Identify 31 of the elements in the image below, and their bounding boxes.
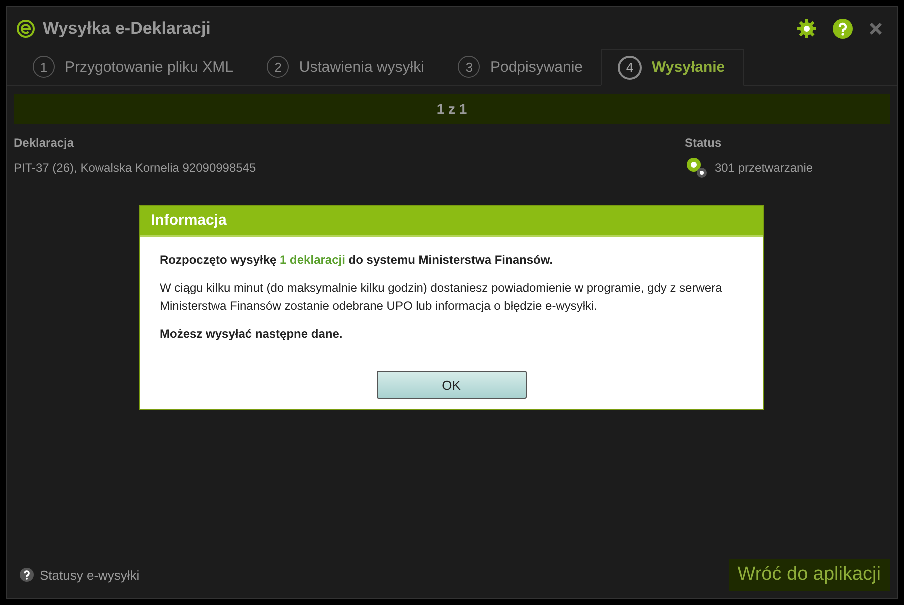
column-header: Status: [685, 136, 723, 150]
ok-button[interactable]: OK: [376, 371, 526, 399]
step-tab[interactable]: 3 Podpisywanie: [442, 49, 602, 85]
step-number: 1: [33, 56, 55, 78]
step-label: Wysyłanie: [652, 59, 726, 76]
dialog-message: W ciągu kilku minut (do maksymalnie kilku godzin) dostaniesz powiadomienie w programie, gdy z serwera Ministerstwa Finansów zostanie odebrane UPO lub informacja o błędzie e-wysyłki.: [160, 280, 724, 315]
back-to-app-button[interactable]: Wróć do aplikacji: [728, 559, 890, 591]
status-help-link[interactable]: Statusy e-wysyłki: [40, 568, 140, 582]
progress-label: 1 z 1: [436, 101, 468, 117]
step-tab[interactable]: 4 Wysyłanie: [601, 49, 744, 86]
table-cell: 301 przetwarzanie: [715, 161, 814, 175]
column-header: Deklaracja: [14, 136, 76, 150]
step-number: 2: [267, 56, 290, 78]
step-label: Podpisywanie: [490, 58, 584, 76]
step-number: 3: [458, 56, 480, 78]
dialog-message: Możesz wysyłać następne dane.: [160, 326, 344, 343]
step-label: Przygotowanie pliku XML: [65, 58, 234, 76]
step-tab[interactable]: 2 Ustawienia wysyłki: [251, 49, 442, 85]
step-tab[interactable]: 1 Przygotowanie pliku XML: [17, 49, 252, 85]
table-cell-text: PIT-37 (26), Kowalska Kornelia 92090998545: [14, 161, 258, 175]
window-title: Wysyłka e-Deklaracji: [43, 19, 211, 39]
dialog-title: Informacja: [140, 206, 763, 237]
help-icon[interactable]: [20, 568, 34, 582]
dialog-message: Rozpoczęto wysyłkę 1 deklaracji do systemu Ministerstwa Finansów.: [160, 252, 554, 269]
close-icon[interactable]: [869, 22, 883, 36]
gears-icon: [685, 156, 709, 180]
step-number: 4: [618, 56, 642, 80]
step-label: Ustawienia wysyłki: [299, 58, 424, 76]
declarations-link[interactable]: 1 deklaracji: [280, 253, 346, 267]
logo-icon: [17, 20, 35, 38]
help-icon[interactable]: [833, 19, 853, 39]
